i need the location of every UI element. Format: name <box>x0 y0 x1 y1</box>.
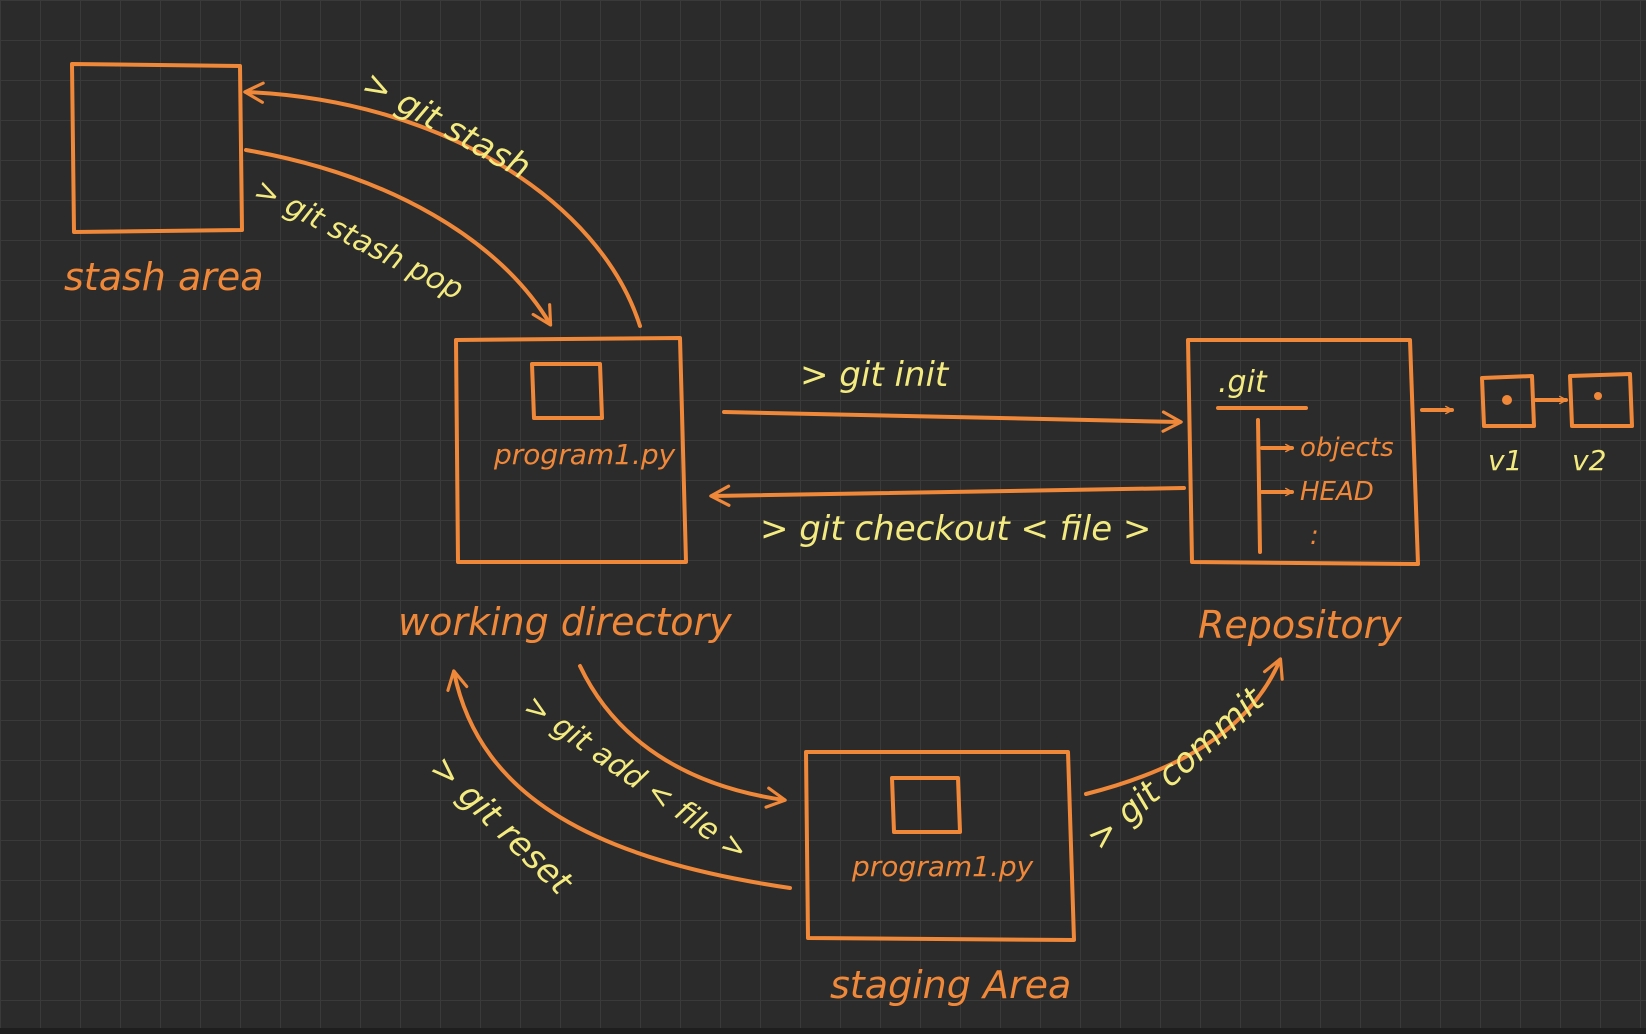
repo-item-head: HEAD <box>1300 477 1374 507</box>
bottom-bar <box>0 1028 1646 1034</box>
git-init-arrow <box>722 410 1183 433</box>
staging-area-box <box>804 750 1076 942</box>
working-file-label: program1.py <box>493 438 676 471</box>
repository-label: Repository <box>1198 603 1402 647</box>
git-workflow-diagram: stash area program1.py working directory… <box>64 62 1634 1007</box>
working-file-icon <box>530 362 604 420</box>
staging-file-label: program1.py <box>851 850 1034 883</box>
version-v1-dot <box>1502 395 1512 405</box>
stash-area-label: stash area <box>64 255 264 299</box>
staging-file-icon <box>890 776 962 834</box>
version-v2-label: v2 <box>1572 444 1606 477</box>
git-add-command: > git add < file > <box>517 688 754 869</box>
git-stash-pop-command: > git stash pop <box>248 172 469 307</box>
stash-area-box <box>70 62 244 234</box>
git-stash-command: > git stash <box>356 63 538 188</box>
version-v1-label: v1 <box>1488 444 1522 477</box>
git-commit-command: > git commit <box>1079 679 1273 859</box>
staging-area-label: staging Area <box>830 963 1071 1007</box>
version-v2-dot <box>1594 392 1602 400</box>
git-init-command: > git init <box>800 355 950 395</box>
working-directory-label: working directory <box>398 600 732 644</box>
repo-item-more: : <box>1310 521 1319 551</box>
diagram-canvas: stash area program1.py working directory… <box>0 0 1646 1034</box>
repository-tree-trunk <box>1256 418 1262 554</box>
git-checkout-arrow <box>709 484 1186 507</box>
git-checkout-command: > git checkout < file > <box>760 509 1151 549</box>
version-v2-box <box>1568 372 1634 428</box>
git-folder-label: .git <box>1218 365 1268 400</box>
repo-item-objects: objects <box>1300 433 1394 463</box>
